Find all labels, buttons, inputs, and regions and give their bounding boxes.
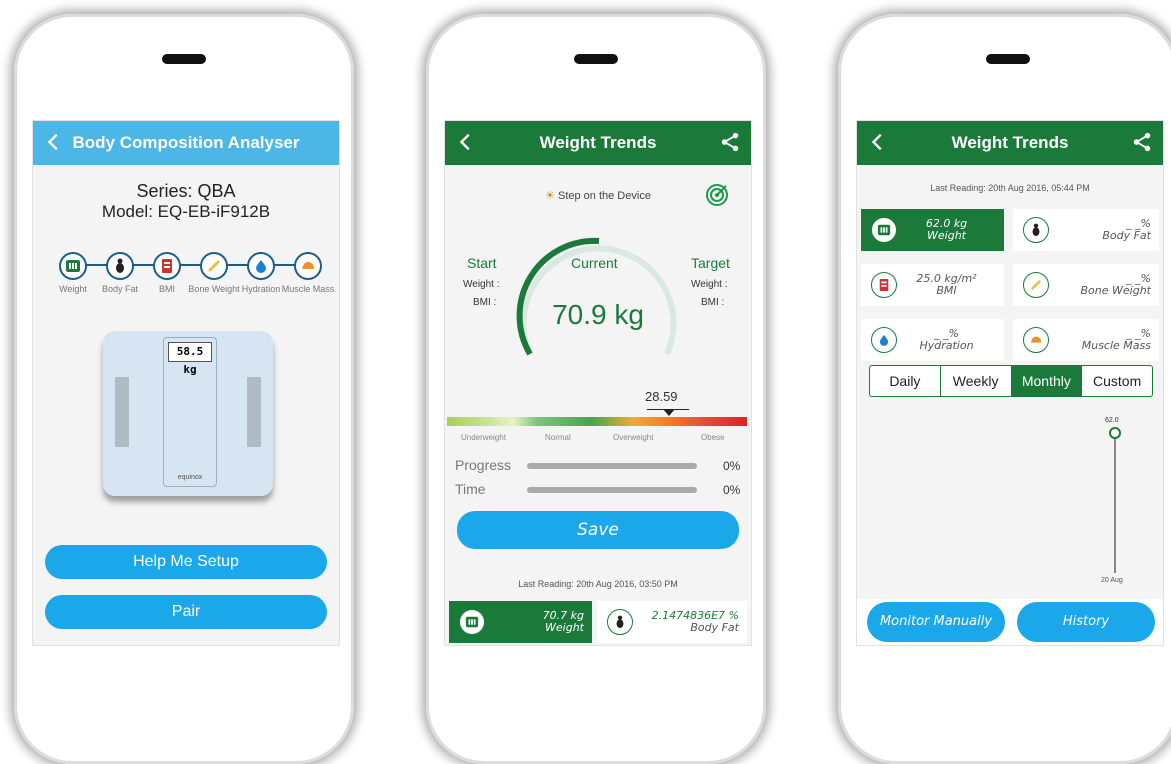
phone-speaker (162, 54, 206, 64)
progress-bar (527, 463, 697, 469)
tab-weekly[interactable]: Weekly (941, 366, 1012, 396)
tile-weight[interactable]: 70.7 kg Weight (449, 601, 592, 643)
setup-screen: Body Composition Analyser Series: QBA Mo… (32, 120, 340, 646)
muscle-icon (302, 261, 314, 269)
phone-weight-trends-gauge: Weight Trends ☀︎ Step on the Device Star… (426, 14, 766, 764)
category-label: Normal (545, 433, 571, 442)
water-drop-icon (256, 260, 266, 273)
scale-brand: equinox (177, 474, 203, 481)
share-icon[interactable] (719, 131, 741, 153)
target-weight-label: Weight : (691, 279, 728, 290)
weight-trends-screen: Weight Trends ☀︎ Step on the Device Star… (444, 120, 752, 646)
progress-label: Progress (455, 457, 512, 473)
monitor-manually-button[interactable]: Monitor Manually (867, 602, 1005, 642)
help-me-setup-button[interactable]: Help Me Setup (45, 545, 327, 579)
weight-trends-monthly-screen: Weight Trends Last Reading: 20th Aug 201… (856, 120, 1164, 646)
last-reading-text: Last Reading: 20th Aug 2016, 03:50 PM (518, 579, 678, 589)
tile-name: Muscle Mass (1081, 339, 1151, 352)
bmi-scale-bar (447, 417, 747, 426)
target-icon[interactable] (705, 183, 729, 207)
metric-label: Muscle Mass (281, 284, 335, 294)
tile-bone-weight[interactable]: _ _% Bone Weight (1013, 264, 1159, 306)
tile-name: Body Fat (690, 621, 739, 634)
body-fat-icon (1032, 223, 1040, 236)
last-reading-text: Last Reading: 20th Aug 2016, 05:44 PM (930, 183, 1090, 193)
tile-body-fat[interactable]: 2.1474836E7 % Body Fat (597, 601, 747, 643)
scale-pad-left (115, 377, 129, 447)
chart-point-label: 62.0 (1105, 417, 1119, 424)
page-title: Weight Trends (951, 133, 1069, 152)
tile-bmi[interactable]: 25.0 kg/m² BMI (861, 264, 1004, 306)
phone-weight-trends-monthly: Weight Trends Last Reading: 20th Aug 201… (838, 14, 1171, 764)
share-icon[interactable] (1131, 131, 1153, 153)
water-drop-icon (879, 335, 889, 346)
target-bmi-label: BMI : (701, 297, 725, 308)
period-tabs: Daily Weekly Monthly Custom (869, 365, 1153, 397)
category-label: Overweight (613, 433, 654, 442)
pair-button[interactable]: Pair (45, 595, 327, 629)
model-text: Model: EQ-EB-iF912B (101, 202, 271, 221)
chart-line (1114, 433, 1116, 573)
tile-name: Weight (927, 229, 966, 242)
history-button[interactable]: History (1017, 602, 1155, 642)
bone-icon (1031, 280, 1041, 290)
tile-name: Hydration (919, 339, 974, 352)
tile-name: Body Fat (1102, 229, 1151, 242)
category-label: Obese (701, 433, 725, 442)
step-label: Step on the Device (557, 190, 651, 202)
tab-monthly[interactable]: Monthly (1011, 366, 1083, 396)
start-weight-label: Weight : (463, 279, 500, 290)
start-label: Start (467, 255, 497, 271)
metrics-row: Weight Body Fat BMI Bone Weight Hydratio… (33, 252, 339, 322)
scale-pad-right (247, 377, 261, 447)
time-label: Time (455, 481, 486, 497)
tab-custom[interactable]: Custom (1082, 366, 1152, 396)
chart-point[interactable] (1109, 427, 1121, 439)
tile-name: Bone Weight (1080, 284, 1151, 297)
phone-speaker (986, 54, 1030, 64)
tile-hydration[interactable]: _ _% Hydration (861, 319, 1004, 361)
bmi-icon (162, 259, 172, 273)
scale-image: 58.5 kg equinox (103, 331, 273, 496)
tile-name: Weight (545, 621, 584, 634)
current-label: Current (571, 255, 618, 271)
category-label: Underweight (461, 433, 506, 442)
series-text: Series: QBA (136, 181, 236, 201)
metric-muscle-mass: Muscle Mass (278, 252, 338, 294)
phone-speaker (574, 54, 618, 64)
time-percent: 0% (723, 483, 741, 497)
tile-weight[interactable]: 62.0 kg Weight (861, 209, 1004, 251)
bmi-icon (879, 279, 889, 291)
chart-x-label: 20 Aug (1101, 577, 1123, 584)
back-arrow-icon[interactable] (867, 130, 889, 154)
footprint-icon: ☀︎ (545, 190, 555, 202)
weight-icon (877, 224, 891, 236)
tile-body-fat[interactable]: _ _% Body Fat (1013, 209, 1159, 251)
bmi-pointer (663, 409, 675, 416)
page-title: Body Composition Analyser (72, 133, 300, 152)
page-title: Weight Trends (539, 133, 657, 152)
weight-icon (465, 616, 479, 628)
app-bar: Weight Trends (857, 121, 1163, 165)
save-button[interactable]: Save (457, 511, 739, 549)
phone-setup: Body Composition Analyser Series: QBA Mo… (14, 14, 354, 764)
scale-display: 58.5 kg (168, 342, 212, 376)
tile-muscle-mass[interactable]: _ _% Muscle Mass (1013, 319, 1159, 361)
back-arrow-icon[interactable] (455, 130, 477, 154)
muscle-icon (1030, 336, 1042, 343)
weight-icon (66, 260, 80, 272)
body-fat-icon (616, 615, 624, 628)
tile-name: BMI (936, 284, 957, 297)
tab-daily[interactable]: Daily (870, 366, 941, 396)
app-bar: Body Composition Analyser (33, 121, 339, 165)
time-bar (527, 487, 697, 493)
bone-icon (208, 260, 220, 272)
body-fat-icon (116, 258, 124, 273)
bmi-value: 28.59 (645, 389, 678, 404)
scale-center-panel: 58.5 kg equinox (163, 337, 217, 487)
app-bar: Weight Trends (445, 121, 751, 165)
target-label: Target (691, 255, 730, 271)
back-arrow-icon[interactable] (43, 130, 65, 154)
progress-percent: 0% (723, 459, 741, 473)
